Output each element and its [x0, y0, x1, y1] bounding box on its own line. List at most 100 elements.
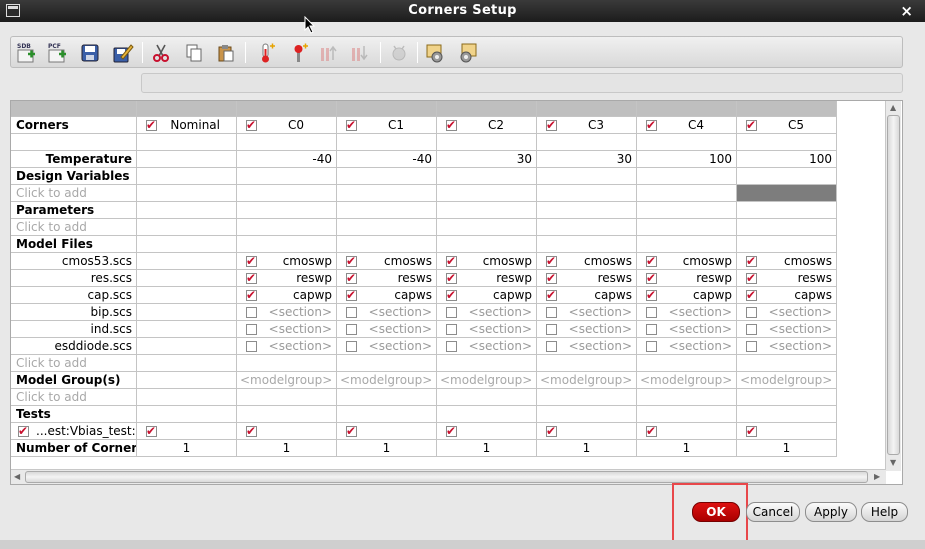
model-file-section-value[interactable]: <section>: [469, 338, 532, 354]
model-file-checkbox[interactable]: [746, 324, 757, 335]
model-file-section-value[interactable]: capws: [794, 287, 832, 303]
corner-column-c1[interactable]: C1: [337, 117, 437, 134]
model-file-checkbox[interactable]: [746, 270, 757, 286]
add-temperature-icon[interactable]: [253, 40, 279, 66]
model-group-field[interactable]: <modelgroup>: [637, 372, 737, 389]
model-file-section[interactable]: <section>: [737, 304, 837, 321]
corner-column-c2[interactable]: C2: [437, 117, 537, 134]
model-file-checkbox[interactable]: [546, 341, 557, 352]
model-file-section[interactable]: <section>: [237, 321, 337, 338]
corner-name[interactable]: C3: [588, 117, 604, 133]
add-model-group[interactable]: Click to add: [11, 389, 137, 406]
model-file-section-value[interactable]: <section>: [469, 304, 532, 320]
settings-export-icon[interactable]: [455, 40, 481, 66]
save-icon[interactable]: [77, 40, 103, 66]
model-file-section-value[interactable]: <section>: [669, 321, 732, 337]
model-file-checkbox[interactable]: [646, 324, 657, 335]
model-file-checkbox[interactable]: [346, 253, 357, 269]
corner-enable-checkbox[interactable]: [546, 117, 557, 133]
test-corner-cell[interactable]: [737, 423, 837, 440]
test-corner-cell[interactable]: [337, 423, 437, 440]
sdb-load-icon[interactable]: SDB: [13, 40, 39, 66]
model-file-section-value[interactable]: <section>: [369, 321, 432, 337]
ok-button[interactable]: OK: [692, 502, 740, 522]
model-file-section[interactable]: resws: [537, 270, 637, 287]
test-corner-checkbox[interactable]: [446, 423, 457, 439]
model-file-checkbox[interactable]: [246, 270, 257, 286]
selected-cell[interactable]: [737, 185, 837, 202]
model-file-checkbox[interactable]: [446, 287, 457, 303]
model-group-field[interactable]: <modelgroup>: [437, 372, 537, 389]
corner-name[interactable]: C2: [488, 117, 504, 133]
model-file-checkbox[interactable]: [546, 324, 557, 335]
model-file-section-value[interactable]: <section>: [369, 338, 432, 354]
apply-button[interactable]: Apply: [805, 502, 857, 522]
model-file-section[interactable]: <section>: [337, 321, 437, 338]
add-parameter-icon[interactable]: [286, 40, 312, 66]
model-file-checkbox[interactable]: [746, 253, 757, 269]
corner-name[interactable]: C0: [288, 117, 304, 133]
test-corner-cell[interactable]: [537, 423, 637, 440]
model-file-section[interactable]: reswp: [237, 270, 337, 287]
model-file-section-value[interactable]: <section>: [269, 304, 332, 320]
model-file-section[interactable]: capwp: [437, 287, 537, 304]
sort-down-icon[interactable]: [348, 40, 374, 66]
model-file-checkbox[interactable]: [346, 287, 357, 303]
model-file-section[interactable]: <section>: [437, 321, 537, 338]
horizontal-scroll-thumb[interactable]: [25, 471, 868, 483]
model-file-section[interactable]: <section>: [537, 304, 637, 321]
test-corner-cell[interactable]: [637, 423, 737, 440]
add-model-file[interactable]: Click to add: [11, 355, 137, 372]
model-file-section[interactable]: <section>: [637, 338, 737, 355]
corner-enable-checkbox[interactable]: [646, 117, 657, 133]
model-file-section-value[interactable]: cmosws: [384, 253, 432, 269]
model-file-section-value[interactable]: cmoswp: [683, 253, 732, 269]
temperature-value[interactable]: 100: [637, 151, 737, 168]
corner-name[interactable]: Nominal: [170, 117, 220, 133]
model-file-section-value[interactable]: capwp: [493, 287, 532, 303]
model-file-section[interactable]: <section>: [437, 304, 537, 321]
model-file-checkbox[interactable]: [346, 324, 357, 335]
corner-column-c5[interactable]: C5: [737, 117, 837, 134]
corner-name[interactable]: C4: [688, 117, 704, 133]
model-file-section[interactable]: <section>: [237, 304, 337, 321]
model-file-section[interactable]: cmosws: [537, 253, 637, 270]
model-file-section[interactable]: capws: [337, 287, 437, 304]
model-file-section-value[interactable]: <section>: [669, 338, 732, 354]
model-file-checkbox[interactable]: [446, 307, 457, 318]
model-file-section[interactable]: reswp: [437, 270, 537, 287]
model-file-section-value[interactable]: cmoswp: [483, 253, 532, 269]
temperature-value[interactable]: -40: [237, 151, 337, 168]
add-parameter[interactable]: Click to add: [11, 219, 137, 236]
corner-column-c0[interactable]: C0: [237, 117, 337, 134]
model-file-section[interactable]: reswp: [637, 270, 737, 287]
cancel-button[interactable]: Cancel: [746, 502, 800, 522]
model-file-checkbox[interactable]: [246, 324, 257, 335]
test-corner-checkbox[interactable]: [346, 423, 357, 439]
model-file-section[interactable]: capws: [537, 287, 637, 304]
model-file-section[interactable]: cmoswp: [437, 253, 537, 270]
model-file-section[interactable]: resws: [337, 270, 437, 287]
filter-bar[interactable]: [141, 73, 903, 93]
sort-up-icon[interactable]: [317, 40, 343, 66]
model-file-checkbox[interactable]: [546, 270, 557, 286]
model-file-section-value[interactable]: resws: [398, 270, 432, 286]
model-file-section[interactable]: <section>: [737, 338, 837, 355]
model-file-section-value[interactable]: reswp: [496, 270, 532, 286]
model-file-checkbox[interactable]: [346, 270, 357, 286]
corner-column-nominal[interactable]: Nominal: [137, 117, 237, 134]
model-file-checkbox[interactable]: [746, 341, 757, 352]
model-file-section-value[interactable]: <section>: [569, 321, 632, 337]
pcf-load-icon[interactable]: PCF: [44, 40, 70, 66]
cut-icon[interactable]: [148, 40, 174, 66]
help-button[interactable]: Help: [861, 502, 908, 522]
temperature-value[interactable]: 100: [737, 151, 837, 168]
model-file-section[interactable]: <section>: [537, 338, 637, 355]
model-file-section-value[interactable]: capws: [394, 287, 432, 303]
test-corner-checkbox[interactable]: [546, 423, 557, 439]
model-file-section-value[interactable]: cmosws: [584, 253, 632, 269]
model-file-section-value[interactable]: <section>: [269, 338, 332, 354]
copy-icon[interactable]: [181, 40, 207, 66]
model-file-checkbox[interactable]: [746, 287, 757, 303]
corner-enable-checkbox[interactable]: [146, 117, 157, 133]
